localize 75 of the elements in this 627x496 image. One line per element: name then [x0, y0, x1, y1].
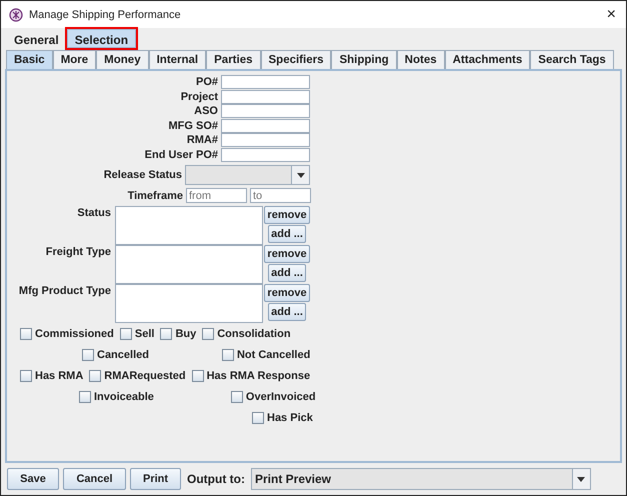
field-label: Timeframe — [128, 190, 183, 202]
list-label: Freight Type — [44, 245, 111, 260]
tab[interactable]: Parties — [206, 50, 260, 69]
checkbox-label: Sell — [134, 328, 154, 340]
checkbox[interactable] — [160, 328, 172, 340]
to-field[interactable]: to — [250, 188, 311, 203]
field-label: Project — [180, 90, 218, 103]
tab[interactable]: Notes — [396, 50, 445, 69]
input-field[interactable] — [221, 148, 310, 162]
field-label: Release Status — [104, 169, 182, 181]
button[interactable]: Save — [7, 468, 59, 490]
list-box[interactable] — [115, 206, 263, 245]
app-logo-icon — [9, 8, 23, 22]
checkbox[interactable] — [82, 348, 94, 360]
close-button[interactable]: × — [604, 6, 618, 24]
field-label: RMA# — [186, 134, 218, 146]
checkbox[interactable] — [79, 390, 91, 402]
tab[interactable]: Basic — [6, 50, 53, 69]
field-label: MFG SO# — [168, 120, 218, 132]
checkbox[interactable] — [222, 348, 234, 360]
checkbox-label: Has RMA Response — [206, 370, 310, 382]
checkbox[interactable] — [202, 328, 214, 340]
checkbox-label: Commissioned — [35, 328, 114, 340]
tab[interactable]: Search Tags — [530, 50, 614, 69]
list-box[interactable] — [115, 284, 263, 323]
list-label: Status — [76, 206, 111, 221]
input-field[interactable] — [221, 118, 310, 133]
tab[interactable]: General — [6, 29, 67, 48]
tab[interactable]: Money — [96, 50, 149, 69]
list-box[interactable] — [115, 245, 263, 284]
checkbox[interactable] — [20, 328, 32, 340]
checkbox-label: Has RMA — [35, 370, 84, 382]
add-button[interactable]: add ... — [268, 264, 306, 282]
checkbox[interactable] — [20, 370, 32, 382]
tab[interactable]: Shipping — [331, 50, 397, 69]
input-field[interactable] — [221, 104, 310, 118]
checkbox-label: Invoiceable — [94, 390, 154, 402]
remove-button[interactable]: remove — [264, 284, 310, 302]
checkbox[interactable] — [120, 328, 132, 340]
input-field[interactable] — [221, 90, 310, 104]
tab[interactable]: More — [52, 50, 96, 69]
button[interactable]: Cancel — [63, 468, 126, 490]
tab[interactable]: Attachments — [444, 50, 530, 69]
tab[interactable]: Specifiers — [260, 50, 332, 69]
checkbox-label: RMARequested — [104, 370, 186, 382]
add-button[interactable]: add ... — [268, 225, 306, 243]
tab[interactable]: Internal — [148, 50, 206, 69]
checkbox[interactable] — [252, 412, 264, 424]
checkbox-label: Consolidation — [217, 328, 291, 340]
input-field[interactable] — [221, 75, 310, 90]
checkbox-label: Cancelled — [97, 348, 149, 360]
field-label: ASO — [194, 105, 218, 118]
checkbox[interactable] — [230, 390, 243, 402]
checkbox[interactable] — [192, 370, 204, 382]
output-label: Output to: — [187, 472, 245, 486]
checkbox[interactable] — [89, 370, 102, 382]
checkbox-label: OverInvoiced — [246, 390, 316, 402]
button[interactable]: Print — [130, 468, 181, 490]
release-status-dropdown[interactable] — [185, 165, 310, 185]
caret-icon — [296, 172, 304, 178]
checkbox-label: Buy — [175, 328, 196, 340]
window-title: Manage Shipping Performance — [29, 8, 182, 20]
caret-icon — [577, 476, 586, 482]
field-label: PO# — [196, 76, 218, 88]
from-field[interactable]: from — [186, 188, 247, 203]
remove-button[interactable]: remove — [264, 245, 310, 263]
checkbox-label: Has Pick — [267, 412, 313, 424]
add-button[interactable]: add ... — [268, 303, 306, 321]
checkbox-label: Not Cancelled — [236, 348, 310, 360]
remove-button[interactable]: remove — [264, 206, 310, 224]
tab[interactable]: Selection — [66, 29, 136, 48]
output-dropdown[interactable]: Print Preview — [250, 468, 591, 490]
list-label: Mfg Product Type — [18, 284, 111, 299]
input-field[interactable] — [221, 133, 310, 148]
field-label: End User PO# — [144, 148, 218, 161]
